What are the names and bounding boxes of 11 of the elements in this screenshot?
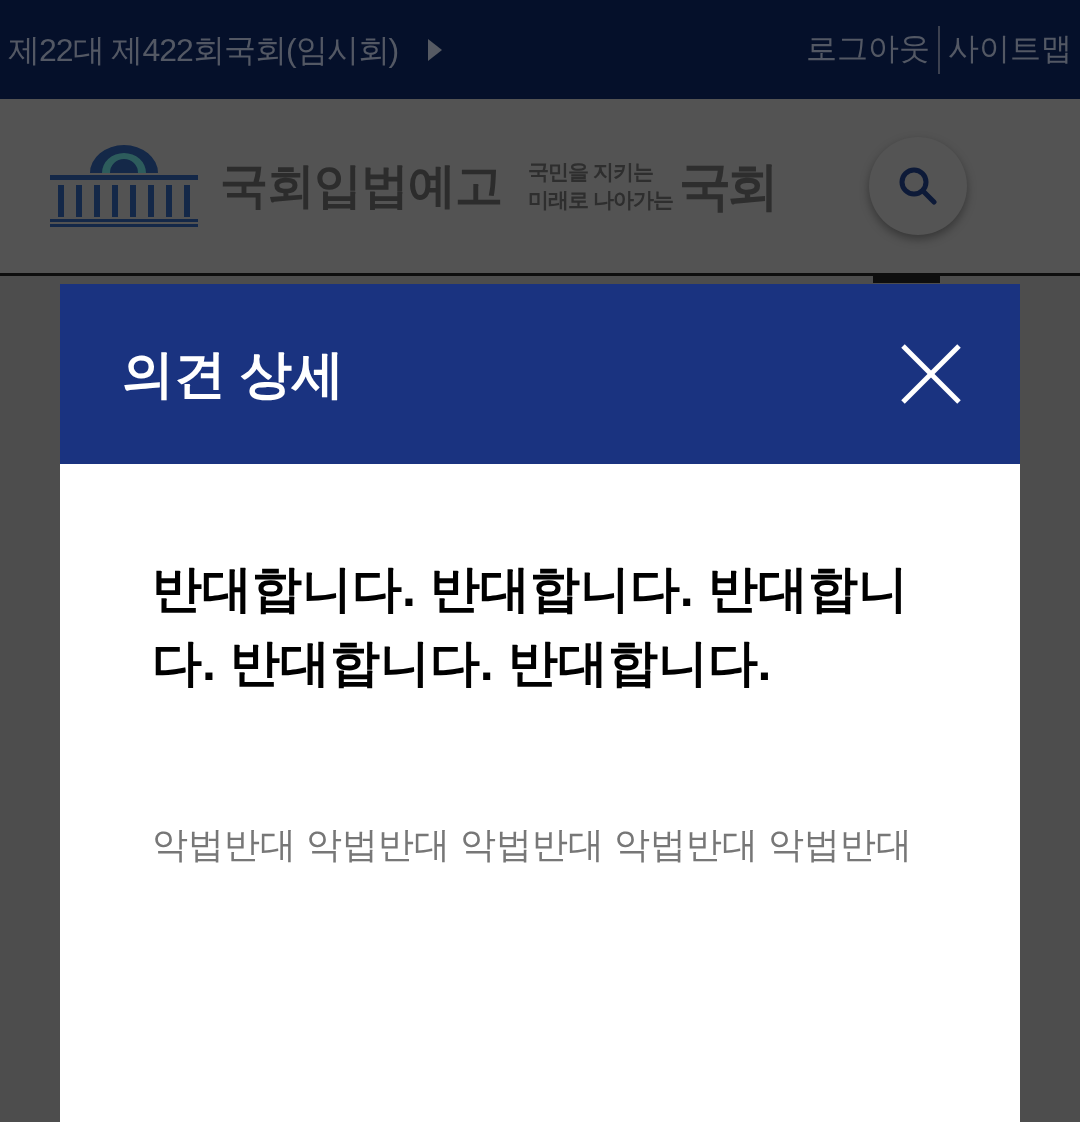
close-button[interactable]	[900, 343, 962, 405]
keyword-text: 악법반대 악법반대 악법반대 악법반대 악법반대	[152, 823, 913, 867]
session-title[interactable]: 제22대 제422회국회(임시회)	[8, 25, 399, 74]
search-icon	[898, 167, 937, 205]
caret-icon[interactable]	[428, 38, 443, 61]
building-logo-icon[interactable]	[50, 145, 198, 227]
close-icon	[901, 344, 961, 404]
logout-link[interactable]: 로그아웃	[806, 26, 930, 73]
modal-title: 의견 상세	[122, 344, 345, 405]
sitemap-link[interactable]: 사이트맵	[948, 26, 1072, 73]
opinion-text: 반대합니다. 반대합니다. 반대합니다. 반대합니다. 반대합니다.	[152, 560, 909, 693]
